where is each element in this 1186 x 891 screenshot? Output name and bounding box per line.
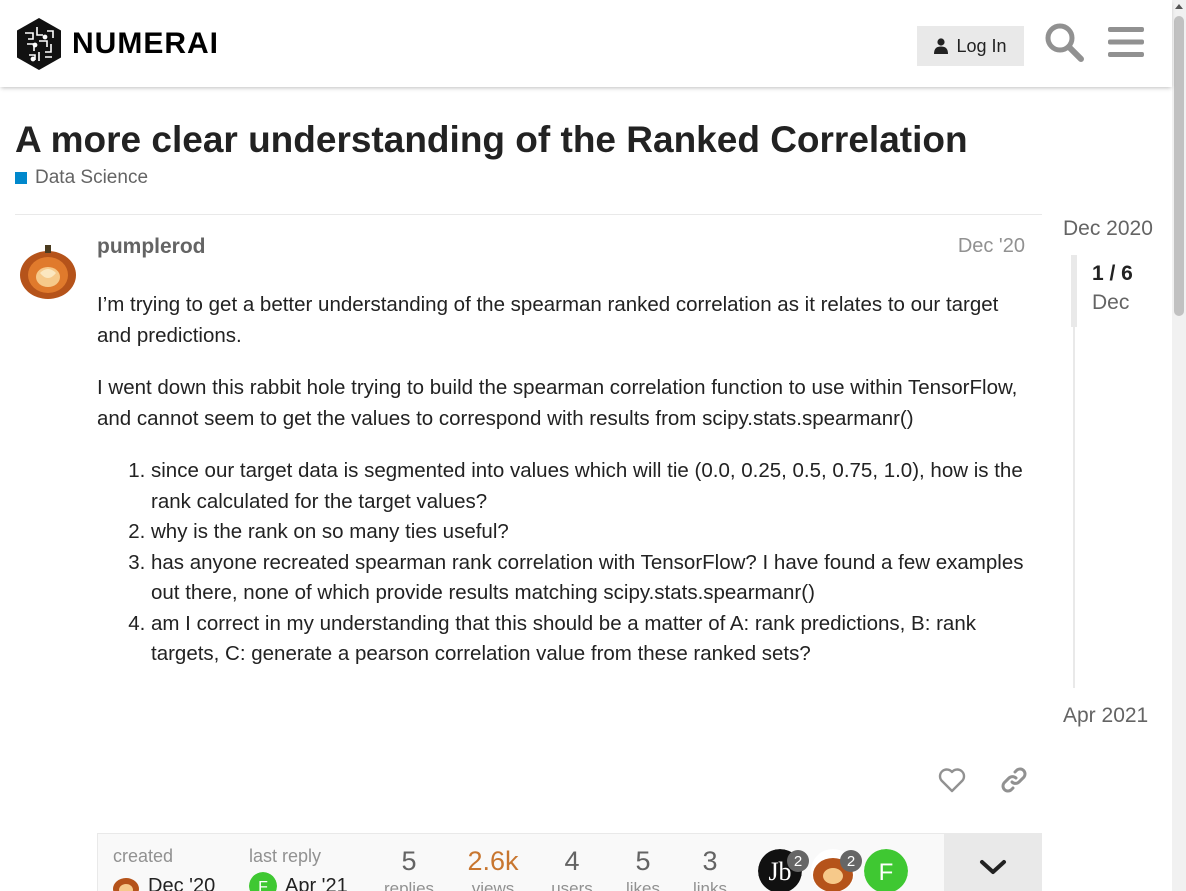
letter-f-avatar-icon: F <box>249 872 277 891</box>
topic-divider <box>15 214 1042 215</box>
stat-label: links <box>692 879 727 891</box>
post-date[interactable]: Dec '20 <box>958 235 1025 258</box>
scrollbar-thumb[interactable] <box>1174 16 1184 316</box>
list-item: why is the rank on so many ties useful? <box>151 517 1027 548</box>
post-body: I’m trying to get a better understanding… <box>97 290 1027 670</box>
search-icon <box>1045 23 1084 62</box>
numerai-logo-icon <box>17 18 61 70</box>
participant-post-count: 2 <box>787 850 809 872</box>
stat-label: views <box>471 879 515 891</box>
topic-title[interactable]: A more clear understanding of the Ranked… <box>15 119 968 161</box>
created-info[interactable]: Dec '20 <box>112 872 215 891</box>
heart-icon <box>938 768 966 793</box>
last-reply-avatar: F <box>249 872 277 891</box>
letter-f-avatar-icon: F <box>864 849 908 891</box>
stat-label: users <box>551 879 593 891</box>
link-icon <box>1001 767 1027 793</box>
timeline-start-date[interactable]: Dec 2020 <box>1063 217 1153 241</box>
post-paragraph: I went down this rabbit hole trying to b… <box>97 376 1018 430</box>
user-icon <box>934 38 949 54</box>
chevron-down-icon <box>980 860 1006 874</box>
pumpkin-avatar-icon <box>16 237 80 301</box>
last-reply-info[interactable]: F Apr '21 <box>249 872 348 891</box>
category-color-square <box>15 172 27 184</box>
svg-text:F: F <box>258 879 268 891</box>
creator-avatar <box>112 872 140 891</box>
stat-number: 2.6k <box>467 846 519 876</box>
timeline-end-date[interactable]: Apr 2021 <box>1063 704 1148 728</box>
post-question-list: since our target data is segmented into … <box>97 456 1027 670</box>
logo-wordmark: NUMERAI <box>72 27 219 60</box>
svg-text:F: F <box>879 859 894 886</box>
participant-avatar[interactable]: F <box>864 849 908 891</box>
stat-label: replies <box>383 879 435 891</box>
post-paragraph: I’m trying to get a better understanding… <box>97 293 999 347</box>
hamburger-menu-button[interactable] <box>1104 20 1148 64</box>
stat-users: 4 users <box>532 846 612 891</box>
participant-post-count: 2 <box>840 850 862 872</box>
category-name: Data Science <box>35 167 149 188</box>
site-logo[interactable]: NUMERAI <box>15 17 219 71</box>
stat-number: 4 <box>564 846 580 876</box>
timeline-handle[interactable] <box>1071 255 1077 327</box>
login-button[interactable]: Log In <box>917 26 1024 66</box>
like-button[interactable] <box>934 762 970 798</box>
expand-topic-map-button[interactable] <box>944 833 1042 891</box>
created-date: Dec '20 <box>148 874 216 891</box>
list-item: am I correct in my understanding that th… <box>151 609 1027 670</box>
last-reply-label: last reply <box>249 846 322 866</box>
timeline-current-date: Dec <box>1092 291 1130 314</box>
stat-replies: 5 replies <box>369 846 449 891</box>
stat-views: 2.6k views <box>453 846 533 891</box>
stat-number: 5 <box>401 846 417 876</box>
stat-number: 3 <box>702 846 718 876</box>
share-link-button[interactable] <box>996 762 1032 798</box>
search-button[interactable] <box>1042 20 1086 64</box>
topic-map: created Dec '20 last reply F Apr '21 5 r… <box>97 833 1042 891</box>
page-scrollbar[interactable] <box>1172 0 1186 891</box>
stat-links: 3 links <box>670 846 750 891</box>
hamburger-menu-icon <box>1108 27 1144 57</box>
site-header: NUMERAI Log In <box>0 0 1172 87</box>
list-item: has anyone recreated spearman rank corre… <box>151 548 1027 609</box>
user-avatar[interactable] <box>16 237 80 301</box>
created-label: created <box>113 846 174 866</box>
last-reply-date: Apr '21 <box>285 874 348 891</box>
scroll-up-arrow-icon[interactable] <box>1175 4 1183 9</box>
pumpkin-avatar-icon <box>113 878 139 891</box>
timeline-position: 1 / 6 <box>1092 262 1133 285</box>
post-username[interactable]: pumplerod <box>97 235 206 259</box>
login-label: Log In <box>956 35 1007 56</box>
category-badge[interactable]: Data Science <box>15 167 148 189</box>
list-item: since our target data is segmented into … <box>151 456 1027 517</box>
